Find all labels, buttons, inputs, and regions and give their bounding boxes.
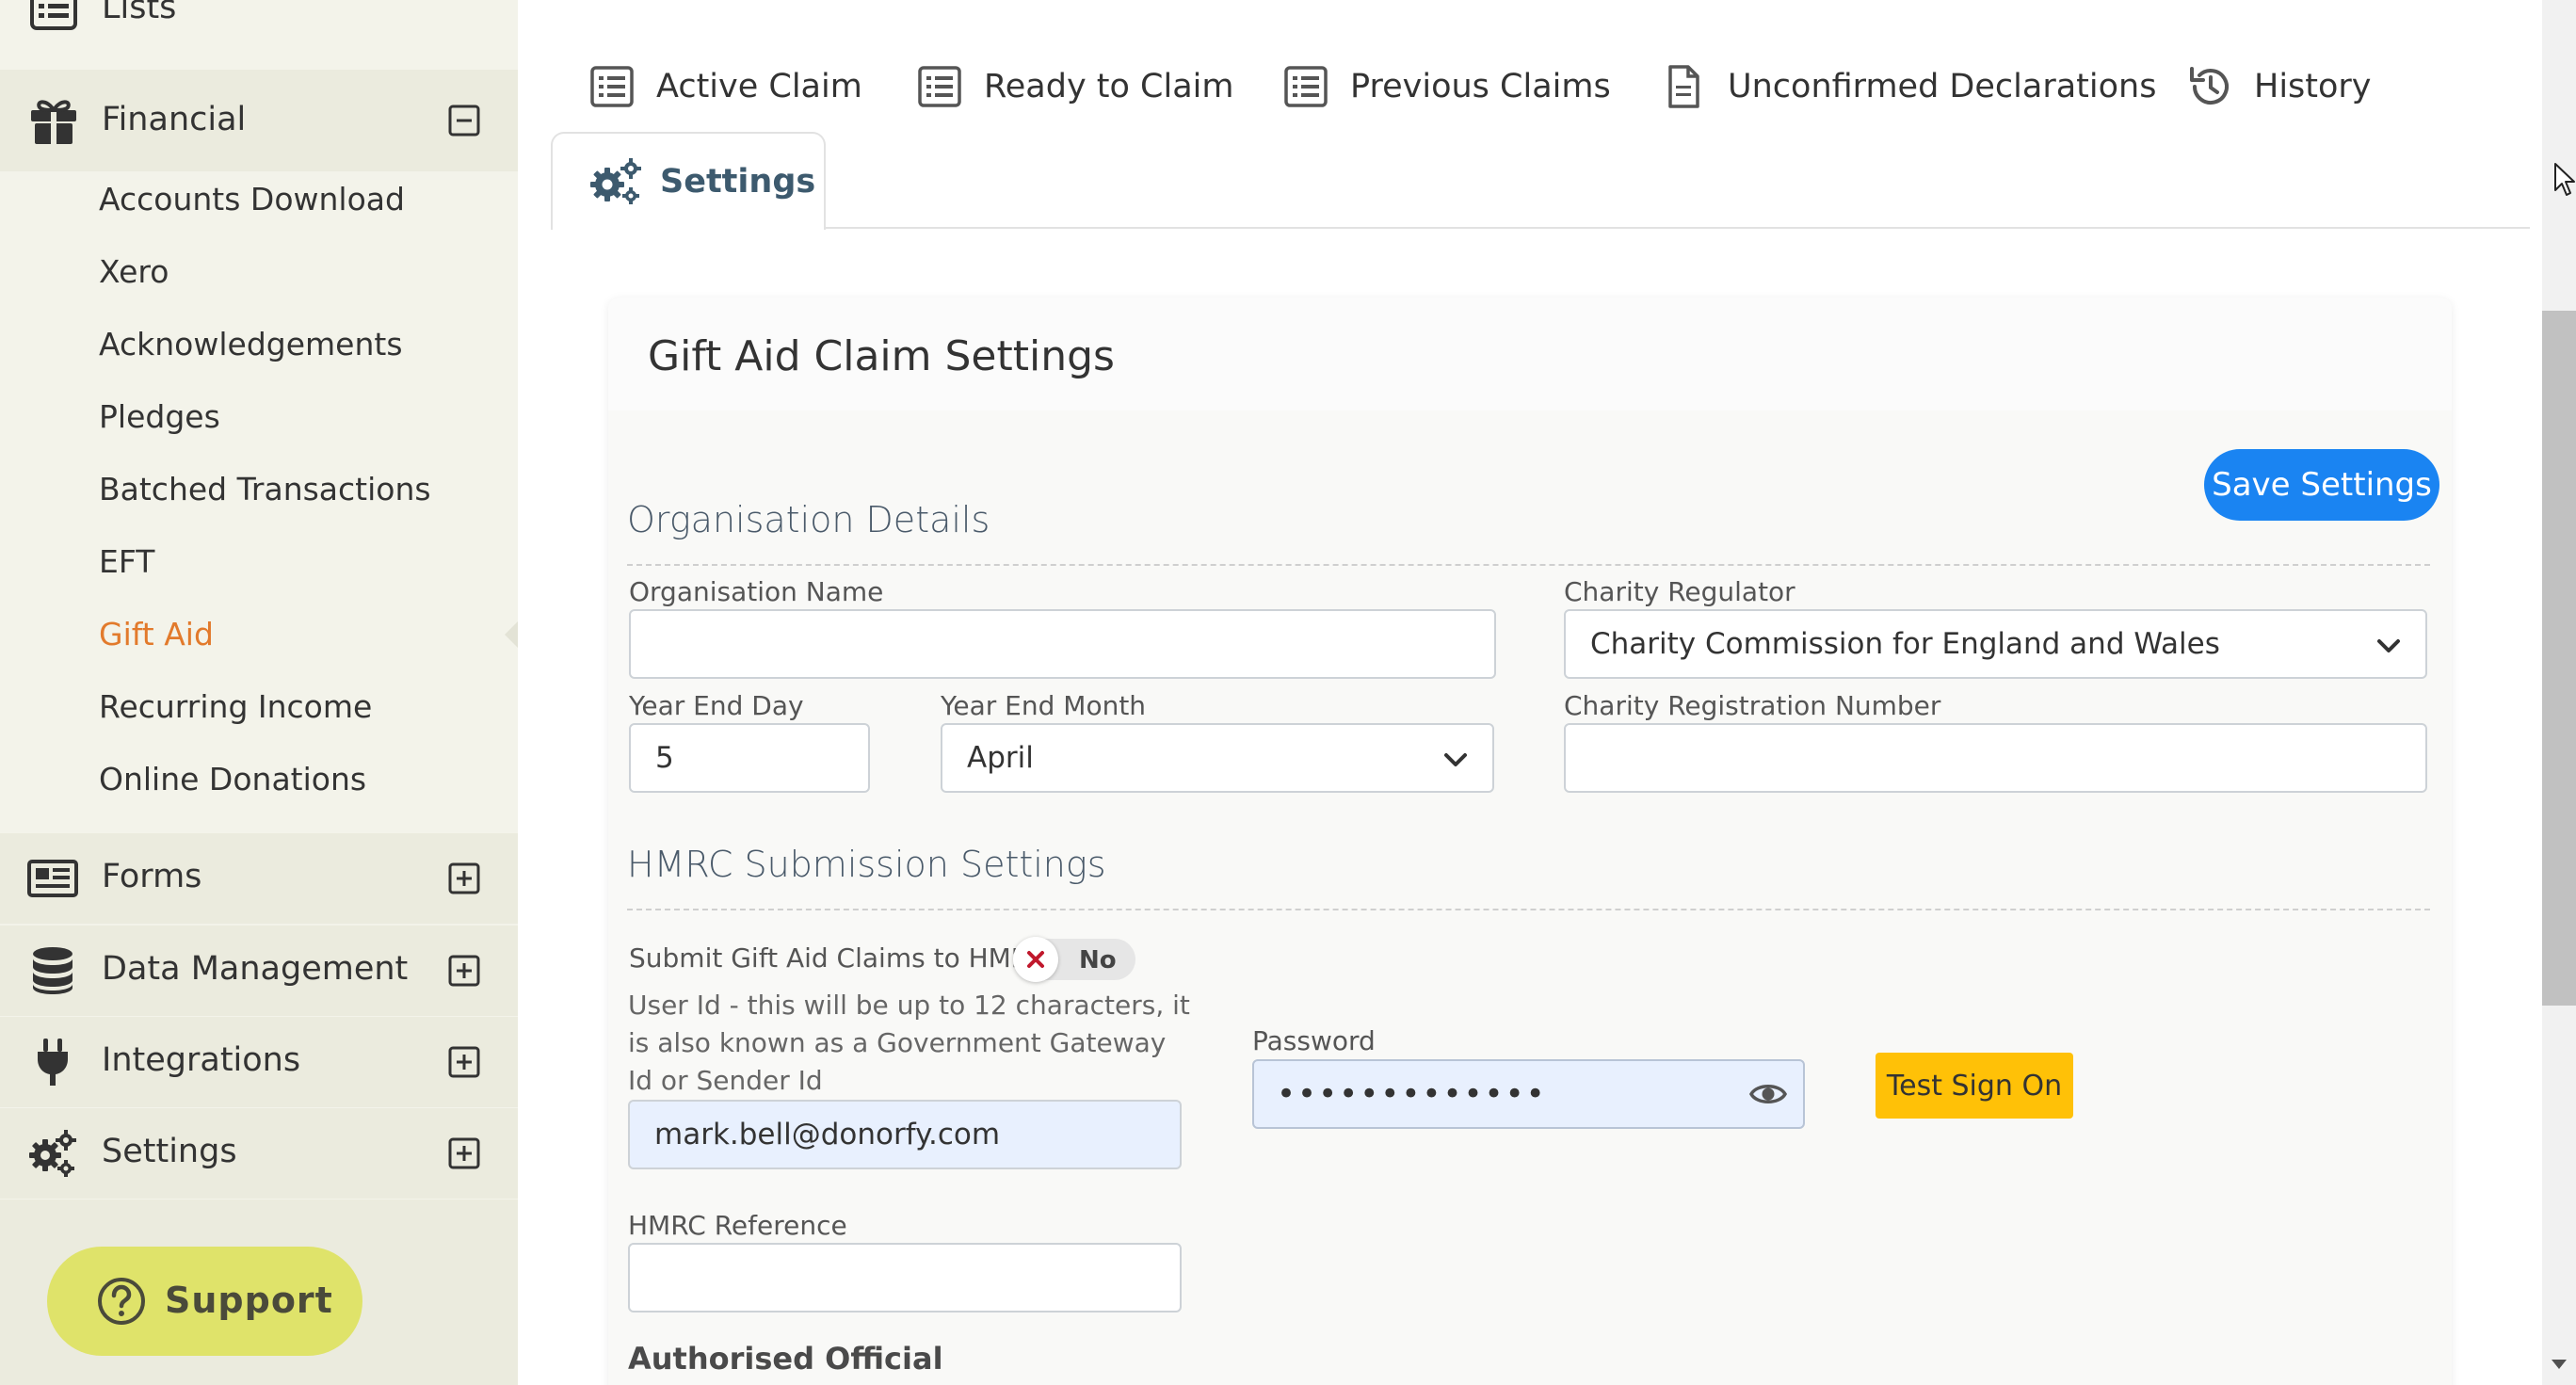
list-alt-icon <box>590 66 634 107</box>
scrollbar-thumb[interactable] <box>2542 311 2576 1006</box>
question-circle-icon <box>98 1278 145 1325</box>
expand-icon[interactable] <box>448 955 480 987</box>
plug-icon <box>38 1039 68 1086</box>
charity-registration-input[interactable] <box>1564 723 2427 793</box>
chevron-down-icon <box>2377 639 2400 652</box>
history-icon <box>2190 67 2229 105</box>
support-label: Support <box>165 1280 333 1321</box>
support-button[interactable]: Support <box>47 1247 362 1356</box>
sidebar-subitem-xero[interactable]: Xero <box>99 253 169 290</box>
userid-help-text: User Id - this will be up to 12 characte… <box>628 990 1190 1096</box>
tab-previous-claims[interactable]: Previous Claims <box>1282 60 1611 113</box>
organisation-section-title: Organisation Details <box>627 499 990 540</box>
tab-label: Unconfirmed Declarations <box>1728 68 2157 105</box>
year-end-day-input[interactable] <box>629 723 870 793</box>
expand-icon[interactable] <box>448 1046 480 1078</box>
gears-icon <box>590 158 641 204</box>
sidebar-item-financial[interactable]: Financial <box>0 70 518 171</box>
test-sign-on-button[interactable]: Test Sign On <box>1876 1053 2073 1119</box>
sidebar-item-label: Forms <box>102 858 202 895</box>
financial-submenu: Accounts Download Xero Acknowledgements … <box>0 171 518 832</box>
hmrc-section-title: HMRC Submission Settings <box>627 844 1106 885</box>
submit-claims-label: Submit Gift Aid Claims to HMRC <box>629 942 1047 974</box>
tab-label: Previous Claims <box>1350 68 1611 105</box>
card-header: Gift Aid Claim Settings <box>608 298 2452 411</box>
sidebar-item-label: Lists <box>102 0 177 26</box>
year-end-month-value: April <box>967 741 1034 775</box>
toggle-state: No <box>1079 946 1117 974</box>
list-icon <box>30 0 77 30</box>
sidebar-item-label: Data Management <box>102 950 409 988</box>
chevron-down-icon <box>1444 753 1467 766</box>
sidebar-subitem-gift-aid[interactable]: Gift Aid <box>99 616 214 652</box>
hmrc-reference-input[interactable] <box>628 1243 1182 1313</box>
hmrc-reference-label: HMRC Reference <box>628 1210 847 1241</box>
expand-icon[interactable] <box>448 862 480 894</box>
userid-input[interactable] <box>628 1100 1182 1169</box>
sidebar-subitem-accounts-download[interactable]: Accounts Download <box>99 181 405 217</box>
tab-ready-to-claim[interactable]: Ready to Claim <box>916 60 1233 113</box>
sidebar-item-data-management[interactable]: Data Management <box>0 926 518 1016</box>
expand-icon[interactable] <box>448 1137 480 1169</box>
sidebar-subitem-acknowledgements[interactable]: Acknowledgements <box>99 326 403 362</box>
year-end-month-select[interactable]: April <box>941 723 1494 793</box>
section-divider <box>627 564 2430 566</box>
sidebar-item-settings[interactable]: Settings <box>0 1108 518 1199</box>
section-divider <box>627 909 2430 910</box>
list-alt-icon <box>918 66 961 107</box>
submit-claims-toggle[interactable]: No <box>1013 937 1135 982</box>
scroll-down-arrow[interactable] <box>2552 1360 2567 1369</box>
sidebar-subitem-batched-transactions[interactable]: Batched Transactions <box>99 471 431 507</box>
tab-label: Ready to Claim <box>984 68 1234 105</box>
tab-label: Active Claim <box>656 68 862 105</box>
password-input[interactable]: ••••••••••••• <box>1252 1059 1805 1129</box>
password-label: Password <box>1252 1025 1376 1056</box>
tab-label: History <box>2254 68 2372 105</box>
newspaper-icon <box>27 860 78 897</box>
save-settings-button[interactable]: Save Settings <box>2204 449 2439 521</box>
sidebar-item-lists[interactable]: Lists <box>0 0 518 36</box>
tab-unconfirmed-declarations[interactable]: Unconfirmed Declarations <box>1660 60 2156 113</box>
tab-active-claim[interactable]: Active Claim <box>588 60 862 113</box>
gift-aid-settings-card: Gift Aid Claim Settings Save Settings Or… <box>608 298 2452 1385</box>
authorised-official-heading: Authorised Official <box>628 1341 943 1377</box>
charity-regulator-label: Charity Regulator <box>1564 576 1795 607</box>
tab-label: Settings <box>660 163 816 201</box>
organisation-name-label: Organisation Name <box>629 576 884 607</box>
sidebar-subitem-eft[interactable]: EFT <box>99 543 154 580</box>
collapse-icon[interactable] <box>448 105 480 137</box>
sidebar-subitem-online-donations[interactable]: Online Donations <box>99 761 366 797</box>
sidebar: Lists Financial Accounts Download Xero A… <box>0 0 518 1385</box>
tabs-divider <box>826 227 2530 229</box>
charity-regulator-select[interactable]: Charity Commission for England and Wales <box>1564 609 2427 679</box>
charity-regulator-value: Charity Commission for England and Wales <box>1590 627 2220 661</box>
gift-icon <box>31 100 76 144</box>
sidebar-item-label: Integrations <box>102 1041 301 1079</box>
sidebar-subitem-pledges[interactable]: Pledges <box>99 398 220 435</box>
year-end-month-label: Year End Month <box>941 690 1147 721</box>
database-icon <box>33 947 72 994</box>
close-icon <box>1027 951 1044 968</box>
sidebar-item-label: Settings <box>102 1133 237 1170</box>
organisation-name-input[interactable] <box>629 609 1496 679</box>
active-item-caret <box>505 621 518 648</box>
tab-history[interactable]: History <box>2186 60 2372 113</box>
support-area: Support <box>0 1200 518 1385</box>
sidebar-subitem-recurring-income[interactable]: Recurring Income <box>99 688 372 725</box>
password-value: ••••••••••••• <box>1277 1075 1547 1113</box>
sidebar-item-label: Financial <box>102 101 247 138</box>
sidebar-item-forms[interactable]: Forms <box>0 833 518 924</box>
year-end-day-label: Year End Day <box>629 690 804 721</box>
card-title: Gift Aid Claim Settings <box>648 332 1115 380</box>
file-icon <box>1668 65 1699 108</box>
charity-registration-label: Charity Registration Number <box>1564 690 1941 721</box>
toggle-knob <box>1013 937 1058 982</box>
eye-icon[interactable] <box>1749 1077 1787 1111</box>
list-alt-icon <box>1284 66 1328 107</box>
tab-settings[interactable]: Settings <box>551 132 826 230</box>
cursor-icon <box>2554 163 2575 196</box>
sidebar-item-integrations[interactable]: Integrations <box>0 1017 518 1107</box>
main-content: Active Claim Ready to Claim Previous Cla… <box>518 0 2542 1385</box>
gears-icon <box>29 1130 76 1177</box>
